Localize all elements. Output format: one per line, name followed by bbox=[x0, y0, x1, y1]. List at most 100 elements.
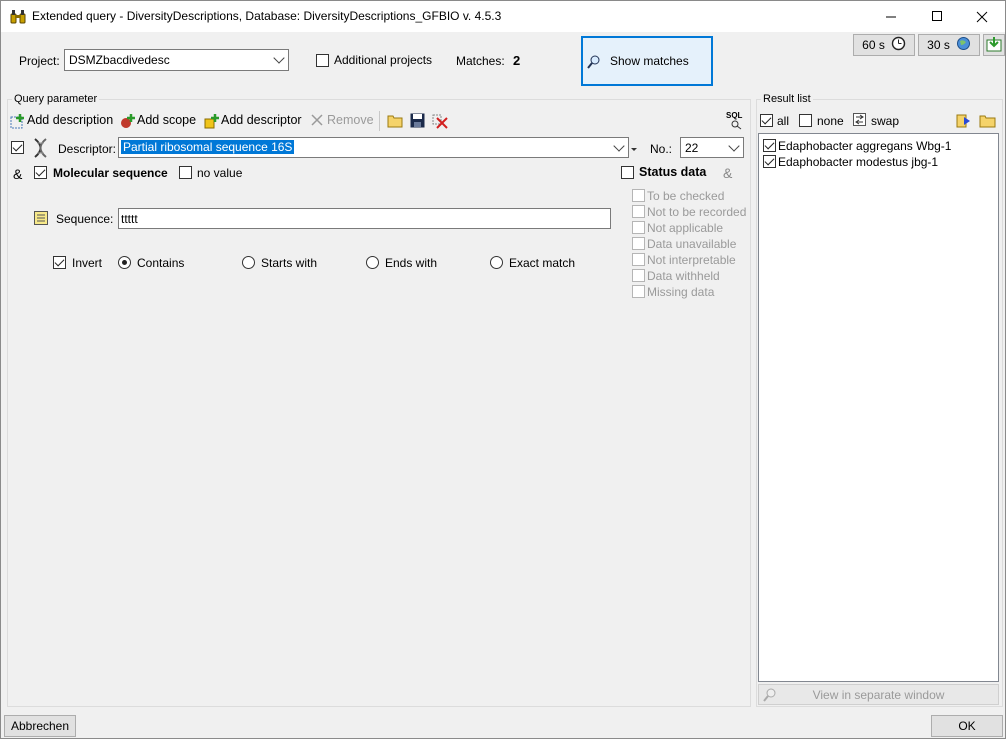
no-value: 22 bbox=[685, 141, 699, 155]
molecular-sequence-checkbox[interactable] bbox=[34, 166, 47, 179]
transfer-icon[interactable] bbox=[956, 113, 973, 131]
status-item-checkbox[interactable] bbox=[632, 285, 645, 298]
cancel-label: Abbrechen bbox=[10, 719, 70, 733]
descriptor-checkbox[interactable] bbox=[11, 141, 24, 154]
additional-projects-label: Additional projects bbox=[334, 53, 433, 67]
add-description-label: Add description bbox=[27, 113, 114, 127]
clock-icon bbox=[891, 36, 906, 54]
sql-icon[interactable]: SQL bbox=[726, 112, 742, 130]
add-description-button[interactable]: Add description bbox=[10, 113, 114, 129]
and-symbol: & bbox=[13, 166, 23, 182]
add-description-icon bbox=[10, 113, 24, 129]
exact-match-radio[interactable] bbox=[490, 256, 503, 269]
status-item-checkbox[interactable] bbox=[632, 189, 645, 202]
no-value-checkbox[interactable] bbox=[179, 166, 192, 179]
window-title: Extended query - DiversityDescriptions, … bbox=[32, 9, 502, 23]
select-all-checkbox[interactable] bbox=[760, 114, 773, 127]
view-separate-window-label: View in separate window bbox=[812, 687, 945, 702]
starts-with-label: Starts with bbox=[261, 256, 318, 270]
save-icon[interactable] bbox=[410, 113, 425, 131]
select-all-label: all bbox=[777, 114, 790, 128]
status-item-label: Not applicable bbox=[647, 221, 724, 235]
status-item-label: Not interpretable bbox=[647, 253, 736, 267]
exact-match-label: Exact match bbox=[509, 256, 576, 270]
clear-icon[interactable] bbox=[432, 113, 448, 132]
add-scope-button[interactable]: Add scope bbox=[120, 113, 197, 128]
add-scope-icon bbox=[120, 113, 135, 128]
invert-checkbox[interactable] bbox=[53, 256, 66, 269]
cancel-button[interactable]: Abbrechen bbox=[4, 715, 76, 737]
globe-clock-icon bbox=[956, 36, 971, 54]
chevron-down-icon bbox=[728, 140, 740, 152]
select-none-label: none bbox=[817, 114, 844, 128]
ends-with-label: Ends with bbox=[385, 256, 438, 270]
status-item-checkbox[interactable] bbox=[632, 237, 645, 250]
status-data-checkbox[interactable] bbox=[621, 166, 634, 179]
close-button[interactable] bbox=[959, 1, 1005, 32]
timer-30-button[interactable]: 30 s bbox=[918, 34, 980, 56]
descriptor-value: Partial ribosomal sequence 16S bbox=[121, 140, 295, 154]
no-value-label: no value bbox=[197, 166, 243, 180]
save-green-icon bbox=[986, 36, 1002, 55]
dna-icon bbox=[33, 138, 48, 161]
ok-button[interactable]: OK bbox=[931, 715, 1003, 737]
query-parameter-label: Query parameter bbox=[12, 93, 100, 105]
result-list[interactable]: Edaphobacter aggregans Wbg-1 Edaphobacter… bbox=[758, 133, 999, 682]
remove-x-icon bbox=[310, 113, 324, 127]
invert-label: Invert bbox=[72, 256, 103, 270]
no-label: No.: bbox=[650, 142, 673, 156]
result-list-item[interactable]: Edaphobacter modestus jbg-1 bbox=[762, 154, 992, 169]
status-item-checkbox[interactable] bbox=[632, 205, 645, 218]
status-item-label: Missing data bbox=[647, 285, 715, 299]
status-data-label: Status data bbox=[639, 165, 707, 179]
title-bar: Extended query - DiversityDescriptions, … bbox=[1, 1, 1005, 32]
status-and-symbol: & bbox=[723, 165, 733, 181]
add-scope-label: Add scope bbox=[137, 113, 197, 127]
result-item-label: Edaphobacter modestus jbg-1 bbox=[778, 155, 939, 169]
add-descriptor-button[interactable]: Add descriptor bbox=[204, 113, 302, 129]
ok-label: OK bbox=[958, 719, 976, 733]
export-button[interactable] bbox=[983, 34, 1005, 56]
status-item-label: Not to be recorded bbox=[647, 205, 747, 219]
starts-with-radio[interactable] bbox=[242, 256, 255, 269]
status-item-checkbox[interactable] bbox=[632, 221, 645, 234]
view-separate-window-button[interactable]: View in separate window bbox=[758, 684, 999, 705]
chevron-down-icon bbox=[273, 52, 285, 64]
status-item-label: Data unavailable bbox=[647, 237, 737, 251]
contains-radio[interactable] bbox=[118, 256, 131, 269]
project-label: Project: bbox=[19, 54, 60, 68]
show-matches-button[interactable]: Show matches bbox=[581, 36, 713, 86]
remove-button[interactable]: Remove bbox=[310, 113, 374, 127]
open-folder-icon[interactable] bbox=[387, 113, 403, 131]
sequence-input[interactable]: ttttt bbox=[118, 208, 611, 229]
show-matches-label: Show matches bbox=[610, 54, 689, 68]
descriptor-dropdown-icon[interactable] bbox=[630, 142, 638, 156]
result-item-checkbox[interactable] bbox=[763, 139, 776, 152]
ends-with-radio[interactable] bbox=[366, 256, 379, 269]
status-item-checkbox[interactable] bbox=[632, 253, 645, 266]
select-none-checkbox[interactable] bbox=[799, 114, 812, 127]
result-item-checkbox[interactable] bbox=[763, 155, 776, 168]
matches-label: Matches: bbox=[456, 54, 505, 68]
swap-label: swap bbox=[871, 114, 900, 128]
project-select[interactable]: DSMZbacdivedesc bbox=[64, 49, 289, 71]
descriptor-label: Descriptor: bbox=[58, 142, 117, 156]
result-list-item[interactable]: Edaphobacter aggregans Wbg-1 bbox=[762, 138, 992, 153]
descriptor-select[interactable]: Partial ribosomal sequence 16S bbox=[118, 137, 629, 158]
status-item-label: To be checked bbox=[647, 189, 725, 203]
open-folder-icon[interactable] bbox=[979, 113, 996, 131]
sequence-icon bbox=[34, 211, 48, 228]
timer-60-label: 60 s bbox=[862, 38, 885, 52]
minimize-button[interactable] bbox=[868, 1, 914, 32]
sql-label: SQL bbox=[726, 111, 743, 120]
additional-projects-checkbox[interactable] bbox=[316, 54, 329, 67]
maximize-button[interactable] bbox=[914, 1, 960, 32]
binoculars-icon bbox=[10, 9, 26, 25]
no-select[interactable]: 22 bbox=[680, 137, 744, 158]
status-item-label: Data withheld bbox=[647, 269, 720, 283]
chevron-down-icon bbox=[613, 140, 625, 152]
status-item-checkbox[interactable] bbox=[632, 269, 645, 282]
swap-icon[interactable] bbox=[853, 113, 866, 129]
timer-60-button[interactable]: 60 s bbox=[853, 34, 915, 56]
molecular-sequence-label: Molecular sequence bbox=[53, 166, 168, 180]
